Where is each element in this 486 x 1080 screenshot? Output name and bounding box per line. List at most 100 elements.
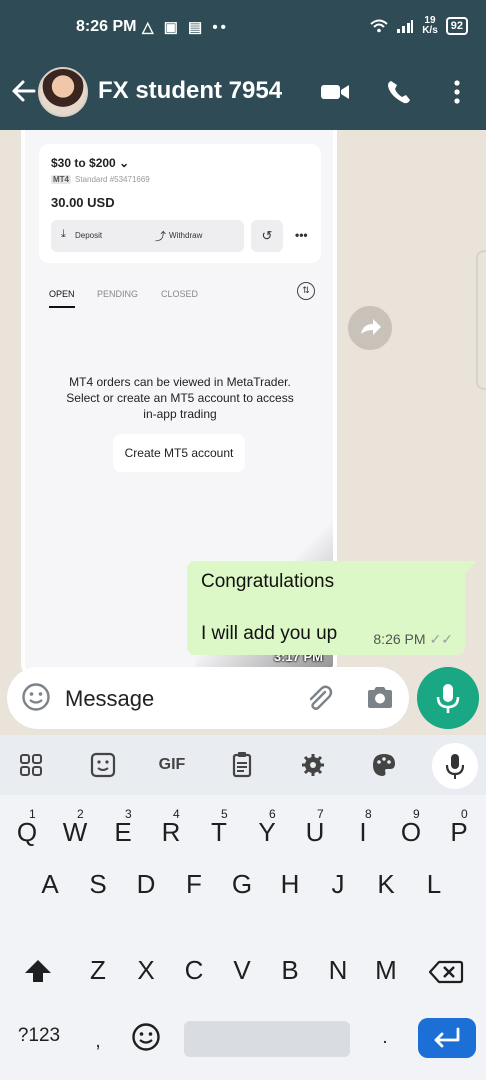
top-bar: 8:26 PM △ ▣ ▤ •• 19 K/s 92 FX student 79… — [0, 0, 486, 130]
key-a[interactable]: A — [28, 855, 72, 911]
key-h-label: H — [280, 869, 300, 899]
status-time: 8:26 PM — [76, 18, 137, 35]
forward-icon[interactable] — [348, 306, 392, 350]
info-line-3: in-app trading — [143, 407, 217, 421]
deposit-label: Deposit — [75, 231, 103, 240]
key-o[interactable]: 9O — [389, 803, 433, 859]
key-t[interactable]: 5T — [197, 803, 241, 859]
balance-range-text: $30 to $200 — [51, 156, 116, 170]
message-time: 8:26 PM — [373, 631, 426, 647]
voice-message-button[interactable] — [417, 667, 479, 729]
tab-open: OPEN — [49, 289, 75, 308]
status-right: 19 K/s 92 — [370, 16, 468, 36]
voice-input-icon[interactable] — [432, 743, 478, 789]
key-n-label: N — [328, 955, 348, 985]
key-q[interactable]: 1Q — [5, 803, 49, 859]
key-u[interactable]: 7U — [293, 803, 337, 859]
key-d[interactable]: D — [124, 855, 168, 911]
theme-palette-icon[interactable] — [367, 749, 401, 781]
key-e[interactable]: 3E — [101, 803, 145, 859]
key-m[interactable]: M — [364, 941, 408, 997]
key-t-label: T — [211, 817, 227, 847]
settings-gear-icon[interactable] — [296, 749, 330, 781]
key-x[interactable]: X — [124, 941, 168, 997]
outgoing-message[interactable]: Congratulations I will add you up 8:26 P… — [187, 561, 465, 655]
space-key[interactable] — [184, 1021, 350, 1057]
sticker-icon[interactable] — [86, 749, 120, 781]
key-z[interactable]: Z — [76, 941, 120, 997]
key-m-label: M — [375, 955, 397, 985]
key-j-label: J — [331, 869, 345, 899]
key-y[interactable]: 6Y — [245, 803, 289, 859]
contact-avatar[interactable] — [38, 67, 88, 117]
key-k[interactable]: K — [364, 855, 408, 911]
key-c[interactable]: C — [172, 941, 216, 997]
account-card: $30 to $200 ⌄ MT4 Standard #53471669 30.0… — [39, 144, 321, 263]
key-l[interactable]: L — [412, 855, 456, 911]
apps-grid-icon[interactable] — [14, 749, 48, 781]
notification-icons: △ ▣ ▤ •• — [142, 19, 229, 36]
phone-call-icon[interactable] — [385, 78, 415, 106]
video-call-icon[interactable] — [320, 78, 350, 106]
key-d-label: D — [136, 869, 156, 899]
withdraw-label: Withdraw — [169, 231, 203, 240]
key-z-label: Z — [90, 955, 106, 985]
platform-badge: MT4 — [51, 175, 71, 184]
enter-icon[interactable] — [418, 1018, 476, 1058]
key-i[interactable]: 8I — [341, 803, 385, 859]
key-g[interactable]: G — [220, 855, 264, 911]
balance-range: $30 to $200 ⌄ — [51, 156, 129, 170]
shift-icon[interactable] — [22, 957, 54, 985]
edge-panel-handle[interactable] — [476, 250, 486, 390]
key-row-2: A S D F G H J K L — [0, 855, 486, 915]
account-info: MT4 Standard #53471669 — [51, 175, 150, 184]
key-s[interactable]: S — [76, 855, 120, 911]
contact-name[interactable]: FX student 7954 — [98, 77, 282, 105]
period-key[interactable]: . — [375, 1027, 395, 1049]
key-b-label: B — [281, 955, 299, 985]
net-speed: 19 K/s — [422, 16, 438, 36]
message-input[interactable]: Message — [65, 686, 154, 712]
chat-area[interactable]: $30 to $200 ⌄ MT4 Standard #53471669 30.0… — [0, 130, 486, 735]
key-j[interactable]: J — [316, 855, 360, 911]
key-w[interactable]: 2W — [53, 803, 97, 859]
symbols-key[interactable]: ?123 — [14, 1025, 64, 1047]
account-balance: 30.00 USD — [51, 195, 115, 210]
key-e-label: E — [114, 817, 132, 847]
read-ticks-icon: ✓✓ — [429, 631, 453, 647]
message-line-1: Congratulations — [201, 571, 335, 592]
backspace-icon[interactable] — [428, 959, 464, 985]
key-v[interactable]: V — [220, 941, 264, 997]
key-h[interactable]: H — [268, 855, 312, 911]
emoji-key-icon[interactable] — [131, 1022, 161, 1052]
key-p[interactable]: 0P — [437, 803, 481, 859]
key-k-label: K — [377, 869, 395, 899]
key-i-label: I — [359, 817, 367, 847]
key-c-label: C — [184, 955, 204, 985]
emoji-icon[interactable] — [21, 682, 51, 712]
attach-icon[interactable] — [303, 682, 335, 714]
key-b[interactable]: B — [268, 941, 312, 997]
gif-button[interactable]: GIF — [155, 749, 189, 781]
key-f[interactable]: F — [172, 855, 216, 911]
clipboard-icon[interactable] — [225, 749, 259, 781]
key-x-label: X — [137, 955, 155, 985]
back-arrow-icon[interactable] — [10, 78, 36, 104]
order-tabs: OPEN PENDING CLOSED — [39, 289, 329, 313]
info-line-2: Select or create an MT5 account to acces… — [66, 391, 294, 405]
key-r-label: R — [161, 817, 181, 847]
tab-pending: PENDING — [97, 289, 139, 299]
key-r[interactable]: 4R — [149, 803, 193, 859]
key-s-label: S — [89, 869, 107, 899]
key-u-label: U — [305, 817, 325, 847]
info-line-1: MT4 orders can be viewed in MetaTrader. — [69, 375, 291, 389]
camera-icon[interactable] — [365, 683, 395, 713]
key-y-label: Y — [258, 817, 276, 847]
wifi-icon — [370, 19, 388, 33]
comma-key[interactable]: , — [88, 1031, 108, 1053]
key-n[interactable]: N — [316, 941, 360, 997]
key-a-label: A — [41, 869, 59, 899]
more-options-icon[interactable] — [442, 78, 472, 106]
bubble-tail — [465, 561, 477, 573]
history-icon: ↺ — [251, 220, 283, 252]
